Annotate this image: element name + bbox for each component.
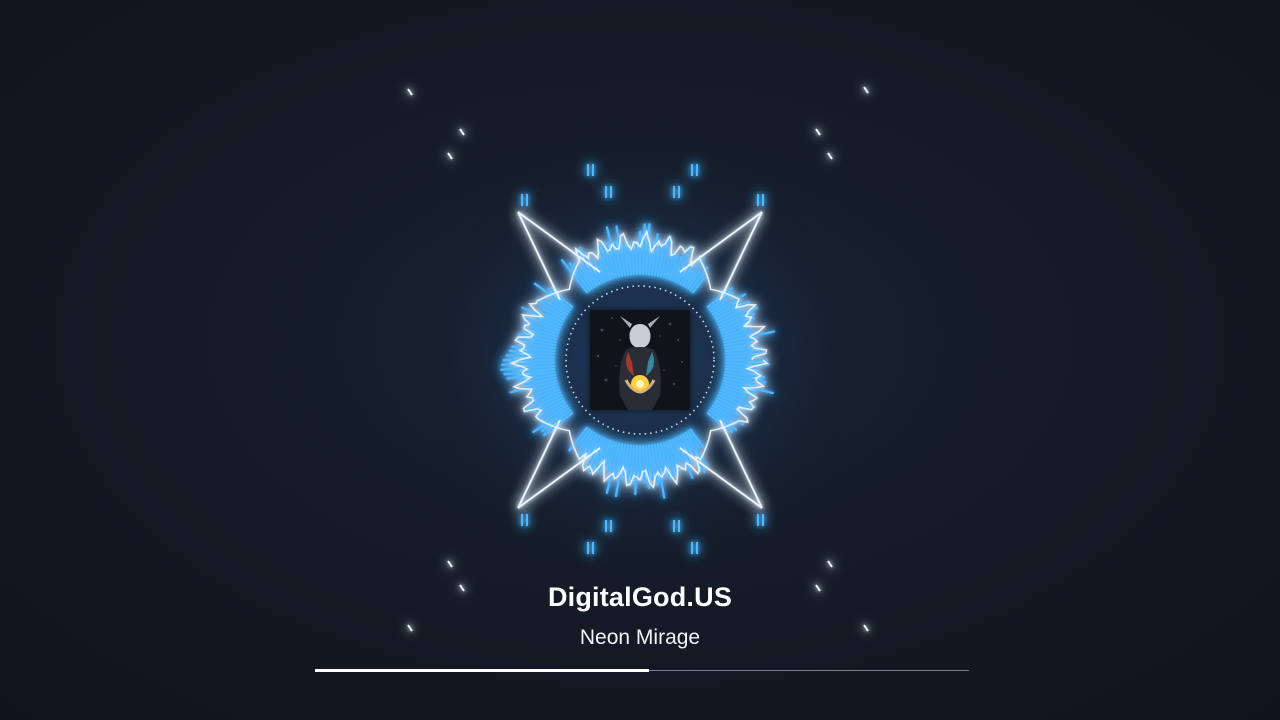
album-cover-figure-icon <box>590 310 690 410</box>
spectrum-bar <box>634 244 639 276</box>
progress-fill <box>315 669 649 672</box>
particle <box>863 86 869 94</box>
particle <box>815 128 821 136</box>
particle <box>827 152 833 160</box>
particle <box>827 560 833 568</box>
player-stage: DigitalGod.US Neon Mirage <box>0 0 1280 720</box>
particle <box>459 128 465 136</box>
album-cover <box>590 310 690 410</box>
particle <box>447 152 453 160</box>
progress-bar[interactable] <box>315 669 969 673</box>
particle <box>447 560 453 568</box>
track-title: Neon Mirage <box>579 626 701 649</box>
particle <box>407 88 413 96</box>
artist-name: DigitalGod.US <box>547 582 733 612</box>
spectrum-bar <box>641 444 646 484</box>
spectrum-bar <box>724 354 756 359</box>
